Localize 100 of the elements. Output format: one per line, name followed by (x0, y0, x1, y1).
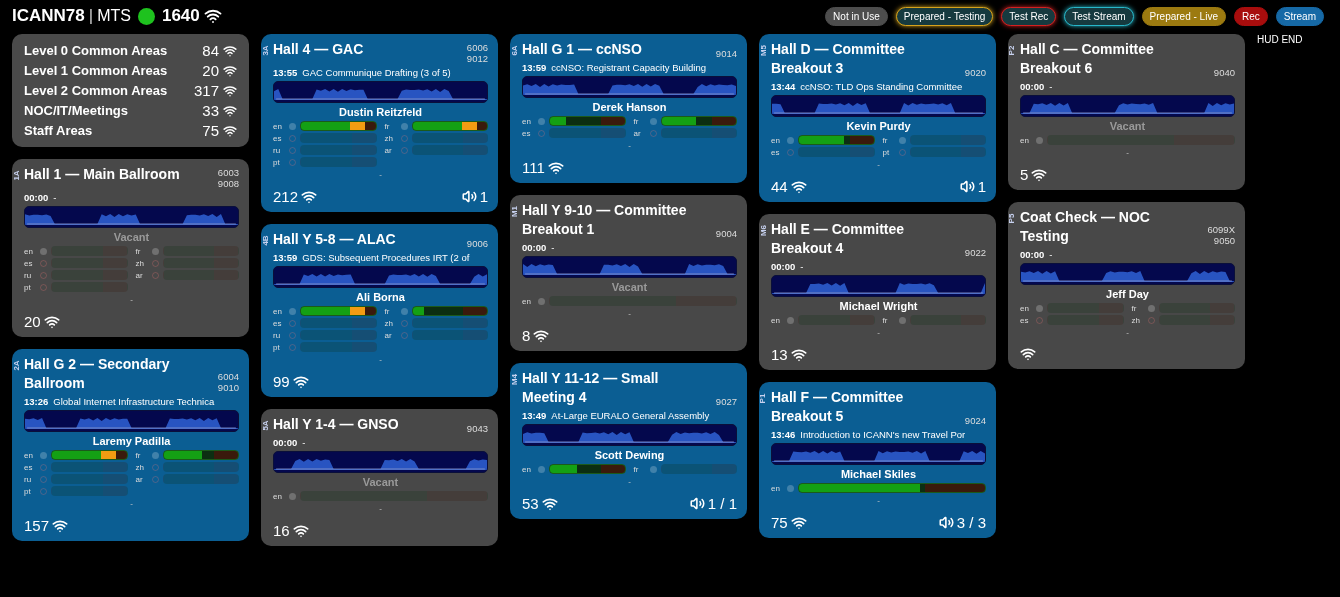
room-note: - (628, 477, 631, 486)
room-code: 3A (260, 45, 270, 56)
area-label: Staff Areas (24, 123, 94, 138)
language-label: en (522, 464, 532, 474)
area-label: NOC/IT/Meetings (24, 103, 129, 118)
room-code: M1 (510, 205, 520, 218)
room-title: Hall 4 — GAC (273, 40, 364, 59)
area-label: Level 1 Common Areas (24, 63, 169, 78)
language-label: es (273, 318, 283, 328)
session-time: 00:00 (1020, 249, 1045, 260)
speaker-icon (689, 496, 705, 511)
session-title: Introduction to ICANN's new Travel Por (800, 429, 966, 440)
session-title: - (1049, 249, 1053, 260)
room-id: 9020 (964, 67, 986, 78)
language-label: en (771, 315, 781, 325)
presenter-name: Laremy Padilla (92, 435, 171, 447)
session-time: 13:46 (771, 429, 796, 440)
language-label: pt (882, 147, 891, 157)
room-id: 9008 (217, 178, 239, 189)
language-label: fr (135, 246, 142, 256)
device-count: 20 (24, 313, 41, 330)
area-count: 317 (193, 82, 219, 99)
session-title: - (53, 192, 57, 203)
room-id: 9040 (1213, 67, 1235, 78)
room-id: 6003 (217, 167, 239, 178)
session-time: 13:26 (24, 396, 49, 407)
device-count: 75 (771, 514, 788, 531)
room-note: - (628, 141, 631, 150)
legend-badge: Prepared - Testing (895, 6, 994, 26)
app-title: ICANN78 (12, 6, 85, 26)
room-title: Hall Y 1-4 — GNSO (273, 415, 399, 434)
language-label: ru (273, 330, 282, 340)
presenter-name: Michael Wright (839, 300, 918, 312)
language-label: ar (384, 330, 393, 340)
language-label: ar (384, 145, 393, 155)
room-note: - (379, 170, 382, 179)
language-label: es (24, 258, 34, 268)
room-code: P2 (1007, 45, 1017, 56)
room-id: 9006 (466, 238, 488, 249)
presenter-name: Michael Skiles (840, 468, 917, 480)
language-label: zh (135, 258, 145, 268)
language-label: en (771, 483, 781, 493)
area-count: 33 (202, 102, 219, 119)
device-count: 53 (522, 495, 539, 512)
session-time: 00:00 (273, 437, 298, 448)
room-note: - (877, 160, 880, 169)
language-label: pt (24, 282, 32, 292)
device-count: 16 (273, 522, 290, 539)
session-time: 13:55 (273, 67, 298, 78)
presenter-name: Jeff Day (1106, 288, 1149, 300)
legend-badge: Stream (1275, 6, 1324, 26)
room-title: Hall E — Committee Breakout 4 (771, 220, 906, 258)
language-label: es (273, 133, 283, 143)
presenter-name: Derek Hanson (592, 101, 667, 113)
session-title: - (1049, 81, 1053, 92)
language-label: ar (135, 270, 144, 280)
hud-end-label: HUD END (1257, 34, 1303, 45)
language-label: fr (882, 135, 889, 145)
device-count: 8 (522, 327, 531, 344)
room-code: M4 (510, 373, 520, 386)
room-title: Coat Check — NOC Testing (1020, 208, 1151, 246)
audio-count: 3 / 3 (956, 514, 986, 531)
device-count: 212 (273, 188, 299, 205)
room-code: M6 (759, 224, 769, 237)
language-label: zh (1131, 315, 1141, 325)
room-note: - (877, 328, 880, 337)
language-label: fr (882, 315, 889, 325)
language-label: en (24, 450, 34, 460)
legend-badge: Test Rec (1001, 6, 1057, 26)
session-time: 00:00 (24, 192, 49, 203)
session-title: At-Large EURALO General Assembly (551, 410, 710, 421)
room-code: P1 (758, 393, 768, 404)
wifi-icon (223, 63, 237, 78)
wifi-icon (223, 103, 237, 118)
session-time: 13:49 (522, 410, 547, 421)
wifi-icon (223, 83, 237, 98)
presenter-name: Dustin Reitzfeld (338, 106, 423, 118)
speaker-icon (959, 179, 975, 194)
room-id: 9027 (715, 396, 737, 407)
audio-count: 1 / 1 (707, 495, 737, 512)
room-note: - (130, 295, 133, 304)
session-time: 00:00 (771, 261, 796, 272)
language-label: ar (135, 474, 144, 484)
language-label: pt (273, 342, 281, 352)
language-label: en (771, 135, 781, 145)
session-title: Global Internet Infrastructure Technica (53, 396, 215, 407)
language-label: en (24, 246, 34, 256)
language-label: zh (384, 133, 394, 143)
room-id: 6099X (1207, 224, 1235, 235)
total-device-count: 1640 (161, 6, 200, 26)
room-code: P5 (1007, 213, 1017, 224)
session-title: ccNSO: Registrant Capacity Building (551, 62, 707, 73)
device-count: 44 (771, 178, 788, 195)
presenter-name: Vacant (1109, 120, 1146, 132)
language-label: ru (273, 145, 282, 155)
area-count: 75 (202, 122, 219, 139)
language-label: fr (633, 464, 640, 474)
legend-badge: Test Stream (1064, 6, 1134, 26)
language-label: en (1020, 135, 1030, 145)
wifi-icon (223, 123, 237, 138)
